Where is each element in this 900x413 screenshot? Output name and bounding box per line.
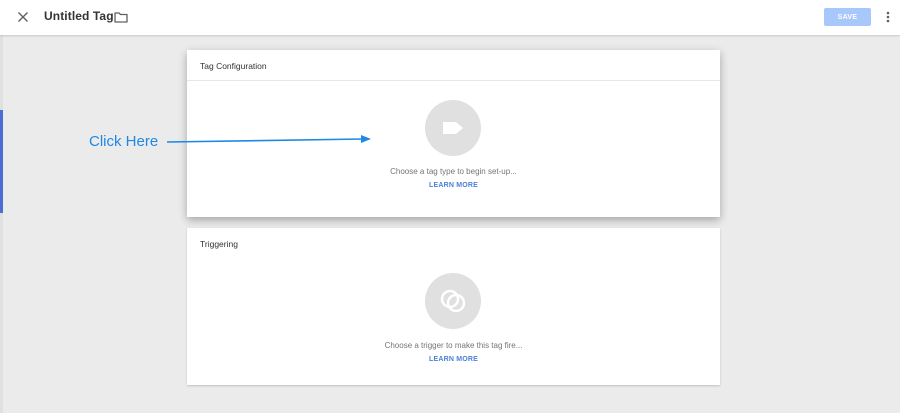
- left-panel-accent: [0, 110, 3, 213]
- page-title: Untitled Tag: [44, 9, 114, 23]
- tag-learn-more-link[interactable]: LEARN MORE: [187, 182, 720, 189]
- trigger-icon: [440, 289, 466, 313]
- annotation-arrow-icon: [166, 135, 371, 143]
- tag-type-button[interactable]: [425, 100, 481, 156]
- tag-configuration-header: Tag Configuration: [187, 50, 720, 81]
- close-icon[interactable]: [14, 8, 32, 26]
- folder-icon[interactable]: [113, 9, 129, 25]
- tag-icon: [443, 122, 463, 134]
- trigger-button[interactable]: [425, 273, 481, 329]
- more-vert-icon[interactable]: [882, 8, 894, 26]
- trigger-learn-more-link[interactable]: LEARN MORE: [187, 356, 720, 363]
- left-panel-edge: [0, 35, 3, 413]
- top-bar: Untitled Tag SAVE: [0, 0, 900, 35]
- save-button[interactable]: SAVE: [824, 8, 871, 26]
- triggering-card[interactable]: Triggering Choose a trigger to make this…: [187, 228, 720, 385]
- click-here-annotation: Click Here: [89, 133, 159, 150]
- tag-type-prompt: Choose a tag type to begin set-up...: [390, 167, 517, 176]
- triggering-header: Triggering: [200, 239, 238, 249]
- trigger-prompt: Choose a trigger to make this tag fire..…: [384, 341, 523, 350]
